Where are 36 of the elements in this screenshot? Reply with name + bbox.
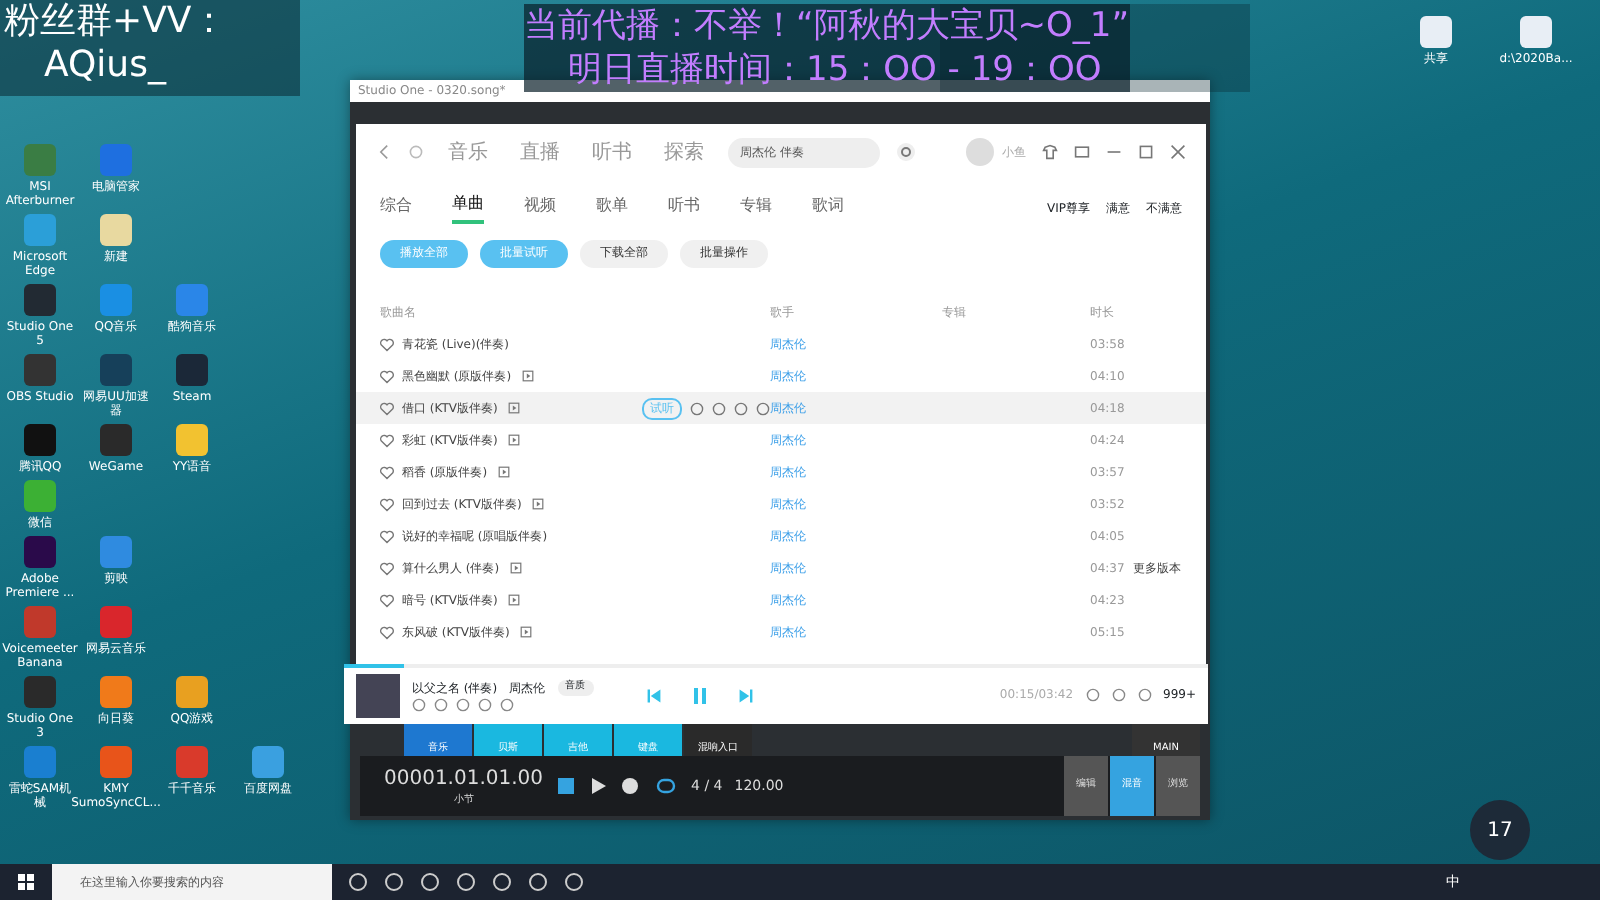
result-tab[interactable]: 歌词	[812, 194, 844, 222]
maximize-icon[interactable]	[1138, 144, 1154, 160]
stop-icon[interactable]	[555, 776, 576, 796]
mail-icon[interactable]	[1074, 144, 1090, 160]
result-tab[interactable]: 专辑	[740, 194, 772, 222]
shirt-icon[interactable]	[1042, 144, 1058, 160]
close-icon[interactable]	[1170, 144, 1186, 160]
file-icon[interactable]	[1420, 16, 1452, 48]
stream-status-text: 当前代播：不举！“阿秋的大宝贝~O_1”	[524, 4, 1130, 48]
back-icon[interactable]	[376, 144, 392, 160]
mv-icon[interactable]	[505, 434, 522, 446]
mv-icon[interactable]	[495, 466, 512, 478]
pause-icon[interactable]	[689, 683, 710, 707]
cover-placeholder	[356, 673, 400, 717]
recognize-icon[interactable]	[896, 142, 916, 162]
mv-icon[interactable]	[519, 370, 536, 382]
previous-icon[interactable]	[645, 687, 662, 703]
fan-group-text: 粉丝群+VV：	[4, 0, 230, 44]
result-tab[interactable]: 综合	[380, 194, 412, 222]
loop-icon[interactable]	[651, 776, 680, 796]
mv-icon[interactable]	[505, 594, 522, 606]
mv-icon[interactable]	[529, 498, 546, 510]
result-tab[interactable]: 视频	[524, 194, 556, 222]
mv-icon[interactable]	[507, 562, 524, 574]
weather-widget[interactable]: 17	[1470, 800, 1530, 860]
account-text: AQius_	[42, 44, 169, 88]
time-display: 00001.01.01.00	[384, 765, 544, 793]
result-tab[interactable]: 听书	[668, 194, 700, 222]
result-tab[interactable]: 单曲	[452, 192, 484, 224]
mv-icon[interactable]	[505, 402, 522, 414]
start-icon[interactable]	[16, 872, 36, 892]
refresh-icon[interactable]	[408, 144, 424, 160]
mv-icon[interactable]	[517, 626, 534, 638]
record-icon[interactable]	[619, 776, 640, 796]
result-tab[interactable]: 歌单	[596, 194, 628, 222]
file-icon[interactable]	[1520, 16, 1552, 48]
